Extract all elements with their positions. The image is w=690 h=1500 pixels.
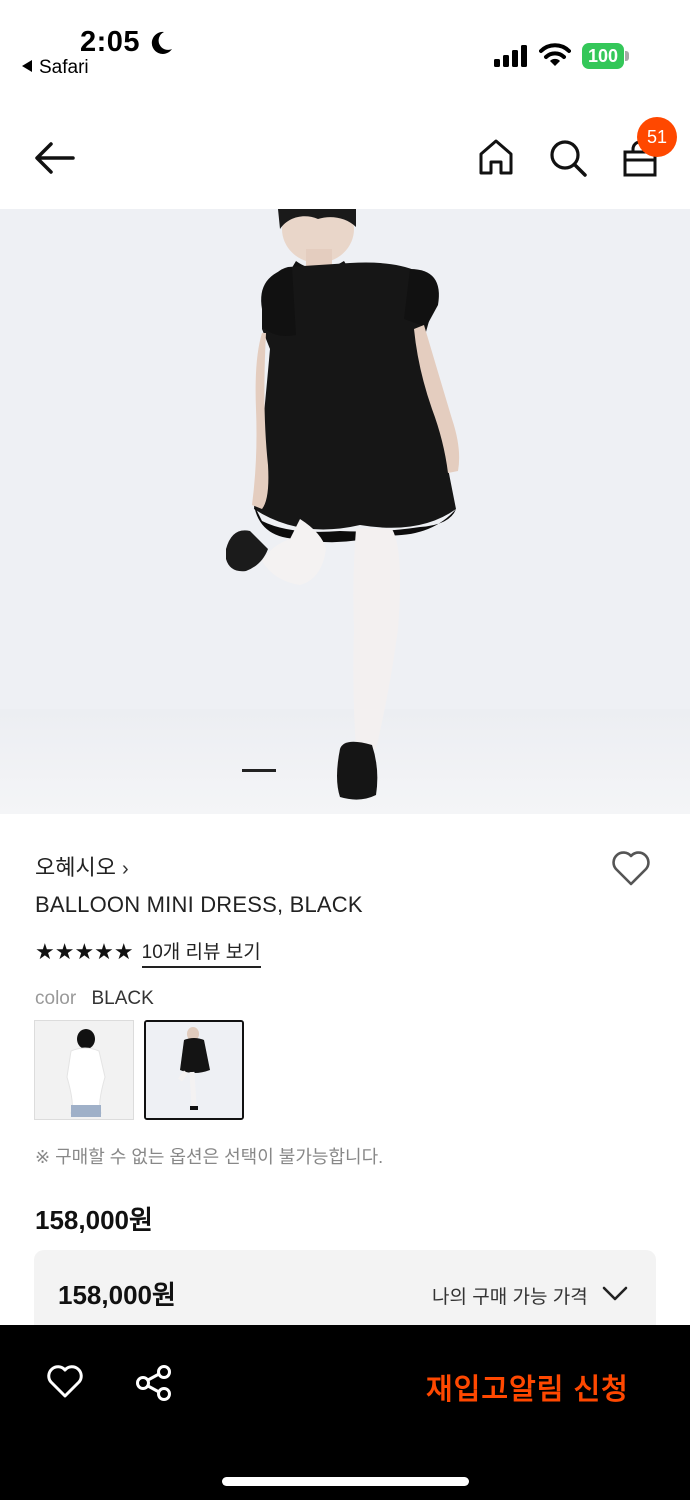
model-photo: [226, 209, 460, 800]
white-dress-thumbnail: [35, 1021, 133, 1119]
rating-row: ★★★★★ 10개 리뷰 보기: [35, 937, 261, 968]
home-icon[interactable]: [478, 138, 514, 176]
brand-name: 오혜시오: [35, 855, 116, 880]
restock-alert-button[interactable]: 재입고알림 신청: [426, 1366, 629, 1408]
color-swatch-white[interactable]: [34, 1020, 134, 1120]
bottom-action-bar: [0, 1325, 690, 1500]
status-time: 2:05: [80, 26, 141, 58]
wifi-icon: [539, 43, 571, 66]
review-link[interactable]: 10개 리뷰 보기: [141, 937, 261, 968]
chevron-right-icon: ›: [121, 858, 129, 880]
star-rating-icon: ★★★★★: [35, 939, 134, 964]
battery-indicator: 100: [582, 43, 629, 69]
color-option: color BLACK: [35, 988, 154, 1010]
back-to-safari[interactable]: Safari: [22, 57, 89, 79]
battery-cap: [625, 51, 629, 61]
moon-icon: [151, 31, 172, 54]
search-icon[interactable]: [548, 138, 588, 178]
color-swatch-black[interactable]: [144, 1020, 244, 1120]
battery-level: 100: [582, 43, 624, 69]
chevron-down-icon: [602, 1286, 628, 1301]
color-value: BLACK: [91, 988, 154, 1009]
back-app-label: Safari: [39, 57, 89, 78]
top-nav-bar: [0, 110, 690, 210]
image-page-indicator: [242, 769, 276, 772]
heart-icon[interactable]: [46, 1364, 84, 1400]
color-label: color: [35, 988, 77, 1009]
cart-count-badge: 51: [637, 117, 677, 157]
back-triangle-icon: [22, 60, 32, 72]
status-bar: 2:05 Safari 100: [0, 0, 690, 100]
back-arrow-icon[interactable]: [33, 140, 77, 176]
price-box-amount: 158,000원: [58, 1280, 176, 1310]
brand-link[interactable]: 오혜시오 ›: [35, 850, 129, 882]
option-notice: ※ 구매할 수 없는 옵션은 선택이 불가능합니다.: [35, 1147, 384, 1167]
black-dress-thumbnail: [146, 1022, 242, 1118]
heart-icon[interactable]: [610, 848, 652, 888]
product-name: BALLOON MINI DRESS, BLACK: [35, 892, 363, 917]
share-icon[interactable]: [135, 1364, 173, 1402]
my-price-label: 나의 구매 가능 가격: [432, 1287, 588, 1308]
product-price: 158,000원: [35, 1205, 153, 1235]
cellular-signal-icon: [494, 45, 527, 67]
home-indicator: [222, 1477, 469, 1486]
product-image[interactable]: [0, 209, 690, 814]
